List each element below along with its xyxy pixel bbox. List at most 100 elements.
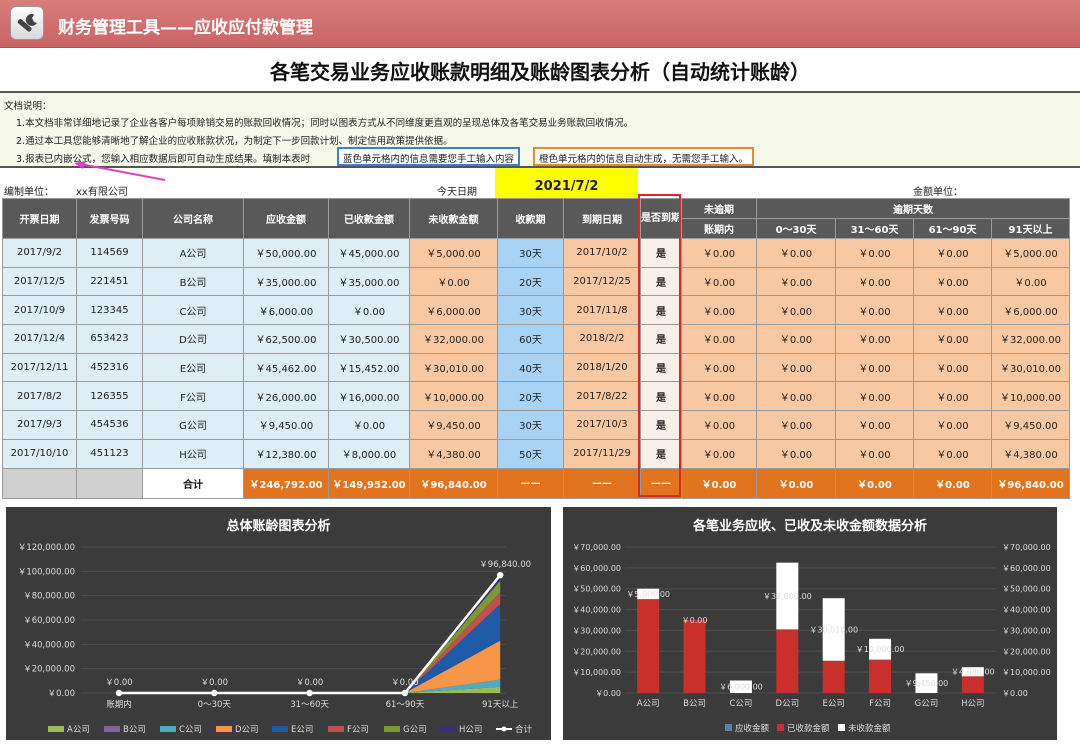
cell-received[interactable]: ￥45,000.00: [328, 238, 410, 268]
cell-receivable[interactable]: ￥35,000.00: [243, 266, 329, 297]
cell-company[interactable]: C公司: [142, 295, 244, 326]
total-point: [496, 571, 504, 579]
cell-unreceived: ￥30,010.00: [409, 352, 498, 383]
table-row: 2017/9/3 454536 G公司 ￥9,450.00 ￥0.00 ￥9,450.00…: [2, 410, 1070, 440]
cell-company[interactable]: G公司: [142, 410, 244, 440]
cell-received[interactable]: ￥35,000.00: [328, 266, 410, 297]
legend-swatch: [440, 726, 456, 732]
y-tick-label: ￥20,000.00: [23, 665, 75, 675]
cell-overdue-0-30: ￥0.00: [756, 410, 836, 440]
data-label: ￥0.00: [201, 678, 228, 688]
y-tick-label: ￥40,000.00: [572, 606, 621, 615]
cell-company[interactable]: A公司: [142, 238, 244, 268]
cell-term[interactable]: 30天: [497, 295, 564, 326]
note-line-1: 1.本文档非常详细地记录了企业各客户每项赊销交易的账款回收情况；同时以图表方式从…: [16, 118, 634, 129]
cell-term[interactable]: 30天: [497, 410, 564, 440]
cell-receivable[interactable]: ￥9,450.00: [243, 410, 329, 440]
header-unreceived: 未收款金额: [409, 198, 498, 239]
cell-invoice-no[interactable]: 123345: [76, 295, 143, 326]
cell-received[interactable]: ￥0.00: [328, 410, 410, 440]
cell-company[interactable]: F公司: [142, 381, 244, 412]
cell-invoice-date[interactable]: 2017/10/9: [2, 295, 77, 326]
x-tick-label: E公司: [823, 699, 845, 709]
x-tick-label: H公司: [961, 699, 984, 709]
total-point: [401, 689, 409, 697]
cell-is-due: 是: [640, 324, 682, 354]
cell-invoice-date[interactable]: 2017/12/5: [2, 266, 77, 297]
blue-cell-note: 蓝色单元格内的信息需要您手工输入内容: [337, 147, 521, 166]
cell-receivable[interactable]: ￥45,462.00: [243, 352, 329, 383]
cell-company[interactable]: D公司: [142, 324, 244, 354]
cell-in-term: ￥0.00: [681, 381, 757, 412]
legend-swatch-dot: [501, 726, 507, 732]
cell-term[interactable]: 40天: [497, 352, 564, 383]
cell-unreceived: ￥0.00: [409, 266, 498, 297]
aging-chart-svg: ￥0.00 ￥20,000.00 ￥40,000.00 ￥60,000.00 ￥80,0…: [18, 543, 533, 735]
cell-company[interactable]: H公司: [142, 438, 244, 469]
table-row: 2017/10/9 123345 C公司 ￥6,000.00 ￥0.00 ￥6,000.0…: [2, 295, 1070, 326]
cell-overdue-61-90: ￥0.00: [913, 295, 992, 326]
cell-received[interactable]: ￥8,000.00: [328, 438, 410, 469]
amount-chart-svg: ￥0.00 ￥0.00 ￥10,000.00 ￥10,000.00 ￥20,000.00…: [572, 543, 1051, 734]
cell-invoice-date[interactable]: 2017/9/3: [2, 410, 77, 440]
cell-in-term: ￥0.00: [681, 438, 757, 469]
y-tick-label: ￥10,000.00: [572, 668, 621, 677]
cell-company[interactable]: B公司: [142, 266, 244, 297]
cell-invoice-date[interactable]: 2017/12/11: [2, 352, 77, 383]
x-tick-label: 31～60天: [290, 700, 329, 710]
cell-overdue-31-60: ￥0.00: [835, 295, 914, 326]
y-tick-label: ￥0.00: [595, 689, 621, 698]
company-name[interactable]: xx有限公司: [76, 183, 128, 198]
total-unreceived: ￥96,840.00: [409, 467, 498, 499]
legend-label: 已收款金额: [787, 723, 830, 734]
legend-label: C公司: [179, 725, 202, 735]
y-tick-label: ￥80,000.00: [23, 592, 75, 602]
header-due-date: 到期日期: [563, 198, 641, 239]
cell-invoice-date[interactable]: 2017/12/4: [2, 324, 77, 354]
table-row: 2017/10/10 451123 H公司 ￥12,380.00 ￥8,000.00 ￥4…: [2, 438, 1070, 469]
cell-company[interactable]: E公司: [142, 352, 244, 383]
cell-invoice-date[interactable]: 2017/8/2: [2, 381, 77, 412]
cell-received[interactable]: ￥15,452.00: [328, 352, 410, 383]
cell-invoice-date[interactable]: 2017/9/2: [2, 238, 77, 268]
subheader-in-term: 账期内: [681, 218, 757, 239]
cell-is-due: 是: [640, 266, 682, 297]
cell-received[interactable]: ￥0.00: [328, 295, 410, 326]
cell-receivable[interactable]: ￥6,000.00: [243, 295, 329, 326]
data-label: ￥32,000.00: [763, 592, 812, 601]
y2-tick-label: ￥10,000.00: [1002, 668, 1051, 677]
cell-invoice-date[interactable]: 2017/10/10: [2, 438, 77, 469]
cell-receivable[interactable]: ￥12,380.00: [243, 438, 329, 469]
cell-invoice-no[interactable]: 221451: [76, 266, 143, 297]
y2-tick-label: ￥20,000.00: [1002, 647, 1051, 656]
cell-term[interactable]: 60天: [497, 324, 564, 354]
cell-invoice-no[interactable]: 114569: [76, 238, 143, 268]
cell-term[interactable]: 30天: [497, 238, 564, 268]
cell-receivable[interactable]: ￥50,000.00: [243, 238, 329, 268]
cell-receivable[interactable]: ￥62,500.00: [243, 324, 329, 354]
cell-invoice-no[interactable]: 451123: [76, 438, 143, 469]
data-label: ￥0.00: [682, 616, 708, 625]
legend-swatch: [838, 724, 845, 731]
cell-received[interactable]: ￥16,000.00: [328, 381, 410, 412]
y-tick-label: ￥60,000.00: [572, 564, 621, 573]
cell-invoice-no[interactable]: 126355: [76, 381, 143, 412]
cell-term[interactable]: 50天: [497, 438, 564, 469]
legend-label: 应收金额: [735, 723, 770, 734]
cell-term[interactable]: 20天: [497, 381, 564, 412]
cell-receivable[interactable]: ￥26,000.00: [243, 381, 329, 412]
cell-term[interactable]: 20天: [497, 266, 564, 297]
cell-in-term: ￥0.00: [681, 324, 757, 354]
notes-heading: 文档说明：: [4, 101, 52, 112]
cell-invoice-no[interactable]: 452316: [76, 352, 143, 383]
x-tick-label: B公司: [683, 699, 706, 709]
cell-invoice-no[interactable]: 454536: [76, 410, 143, 440]
y2-tick-label: ￥40,000.00: [1002, 606, 1051, 615]
cell-overdue-0-30: ￥0.00: [756, 266, 836, 297]
subheader-0-30: 0～30天: [756, 218, 836, 239]
bar-received: [683, 620, 706, 693]
cell-unreceived: ￥4,380.00: [409, 438, 498, 469]
x-tick-label: D公司: [776, 699, 800, 709]
cell-invoice-no[interactable]: 653423: [76, 324, 143, 354]
cell-received[interactable]: ￥30,500.00: [328, 324, 410, 354]
